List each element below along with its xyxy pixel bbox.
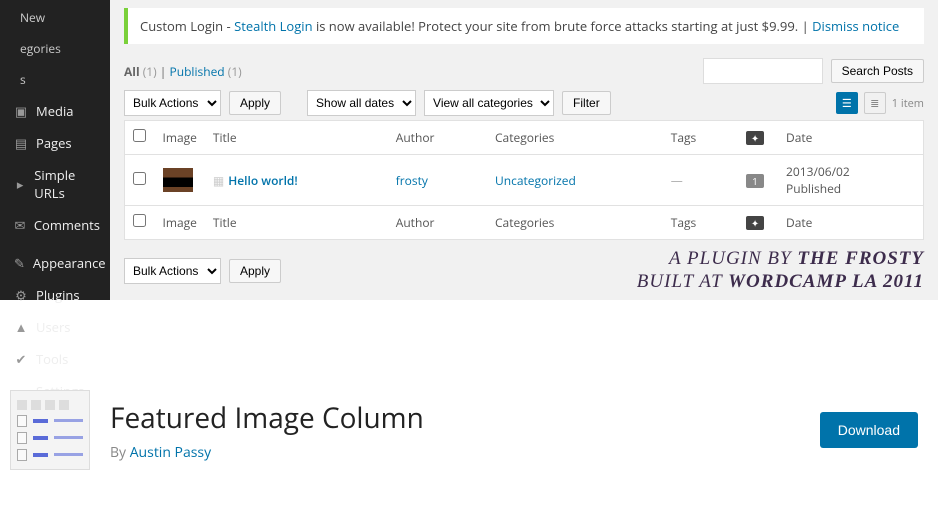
- col-author[interactable]: Author: [388, 121, 487, 155]
- bulk-actions-select[interactable]: Bulk Actions: [124, 90, 221, 116]
- select-all-top[interactable]: [133, 129, 146, 142]
- apply-button-top[interactable]: Apply: [229, 91, 281, 115]
- pages-icon: ▤: [14, 134, 28, 152]
- sidebar-item-media[interactable]: ▣Media: [0, 95, 110, 127]
- author-link[interactable]: frosty: [396, 172, 428, 189]
- appearance-icon: ✎: [14, 254, 25, 272]
- download-button[interactable]: Download: [820, 412, 918, 448]
- sidebar-item-users[interactable]: ▲Users: [0, 311, 110, 343]
- row-checkbox[interactable]: [133, 172, 146, 185]
- search-input[interactable]: [703, 58, 823, 84]
- apply-button-bottom[interactable]: Apply: [229, 259, 281, 283]
- sidebar-item-new[interactable]: New: [0, 2, 110, 33]
- posts-table: Image Title Author Categories Tags ✦ Dat…: [124, 120, 924, 240]
- plugin-author-link[interactable]: Austin Passy: [130, 443, 211, 462]
- media-icon: ▣: [14, 102, 28, 120]
- sidebar-item-plugins[interactable]: ⚙Plugins: [0, 279, 110, 311]
- credit-text: A PLUGIN BY THE FROSTY BUILT AT WORDCAMP…: [637, 248, 924, 294]
- admin-sidebar: New egories s ▣Media ▤Pages ▸Simple URLs…: [0, 0, 110, 300]
- post-title-link[interactable]: Hello world!: [228, 172, 297, 189]
- col-tags: Tags: [663, 121, 738, 155]
- urls-icon: ▸: [14, 175, 26, 193]
- filter-published[interactable]: Published: [170, 63, 225, 80]
- filter-all[interactable]: All: [124, 63, 140, 80]
- comments-icon: ✉: [14, 216, 26, 234]
- users-icon: ▲: [14, 318, 28, 336]
- sidebar-item-tools[interactable]: ✔Tools: [0, 343, 110, 375]
- tags-empty: —: [671, 172, 683, 189]
- col-categories: Categories: [487, 121, 663, 155]
- plugins-icon: ⚙: [14, 286, 28, 304]
- no-image-icon: ▦: [213, 172, 224, 189]
- plugin-byline: By Austin Passy: [110, 443, 800, 462]
- plugin-header: Featured Image Column By Austin Passy Do…: [0, 300, 938, 500]
- table-row: ▦Hello world! frosty Uncategorized — 1 2…: [125, 155, 924, 206]
- comments-icon[interactable]: ✦: [746, 131, 764, 145]
- sidebar-item-pages[interactable]: ▤Pages: [0, 127, 110, 159]
- notice-product-link[interactable]: Stealth Login: [234, 17, 312, 35]
- comments-icon[interactable]: ✦: [746, 216, 764, 230]
- dismiss-notice-link[interactable]: Dismiss notice: [812, 17, 899, 35]
- featured-image-thumb: [163, 168, 193, 192]
- item-count: 1 item: [892, 96, 924, 111]
- plugin-icon: [10, 390, 90, 470]
- excerpt-view-icon[interactable]: ≣: [864, 92, 886, 114]
- filter-button[interactable]: Filter: [562, 91, 611, 115]
- search-posts-button[interactable]: Search Posts: [831, 59, 924, 83]
- plugin-title: Featured Image Column: [110, 399, 800, 437]
- category-link[interactable]: Uncategorized: [495, 172, 576, 189]
- col-title[interactable]: Title: [205, 121, 388, 155]
- list-view-icon[interactable]: ☰: [836, 92, 858, 114]
- comment-count[interactable]: 1: [746, 174, 764, 188]
- col-image: Image: [155, 121, 205, 155]
- sidebar-item-appearance[interactable]: ✎Appearance: [0, 247, 110, 279]
- sidebar-item-comments[interactable]: ✉Comments: [0, 209, 110, 241]
- sidebar-item-tags[interactable]: s: [0, 64, 110, 95]
- select-all-bottom[interactable]: [133, 214, 146, 227]
- categories-select[interactable]: View all categories: [424, 90, 554, 116]
- sidebar-item-simple-urls[interactable]: ▸Simple URLs: [0, 159, 110, 209]
- sidebar-item-categories[interactable]: egories: [0, 33, 110, 64]
- status-filters: All (1) | Published (1): [124, 63, 242, 80]
- date-cell: 2013/06/02Published: [778, 155, 923, 206]
- main-content: Custom Login - Stealth Login is now avai…: [110, 0, 938, 300]
- tools-icon: ✔: [14, 350, 28, 368]
- admin-notice: Custom Login - Stealth Login is now avai…: [124, 8, 924, 44]
- dates-select[interactable]: Show all dates: [307, 90, 416, 116]
- col-date[interactable]: Date: [778, 121, 923, 155]
- bulk-actions-select-bottom[interactable]: Bulk Actions: [124, 258, 221, 284]
